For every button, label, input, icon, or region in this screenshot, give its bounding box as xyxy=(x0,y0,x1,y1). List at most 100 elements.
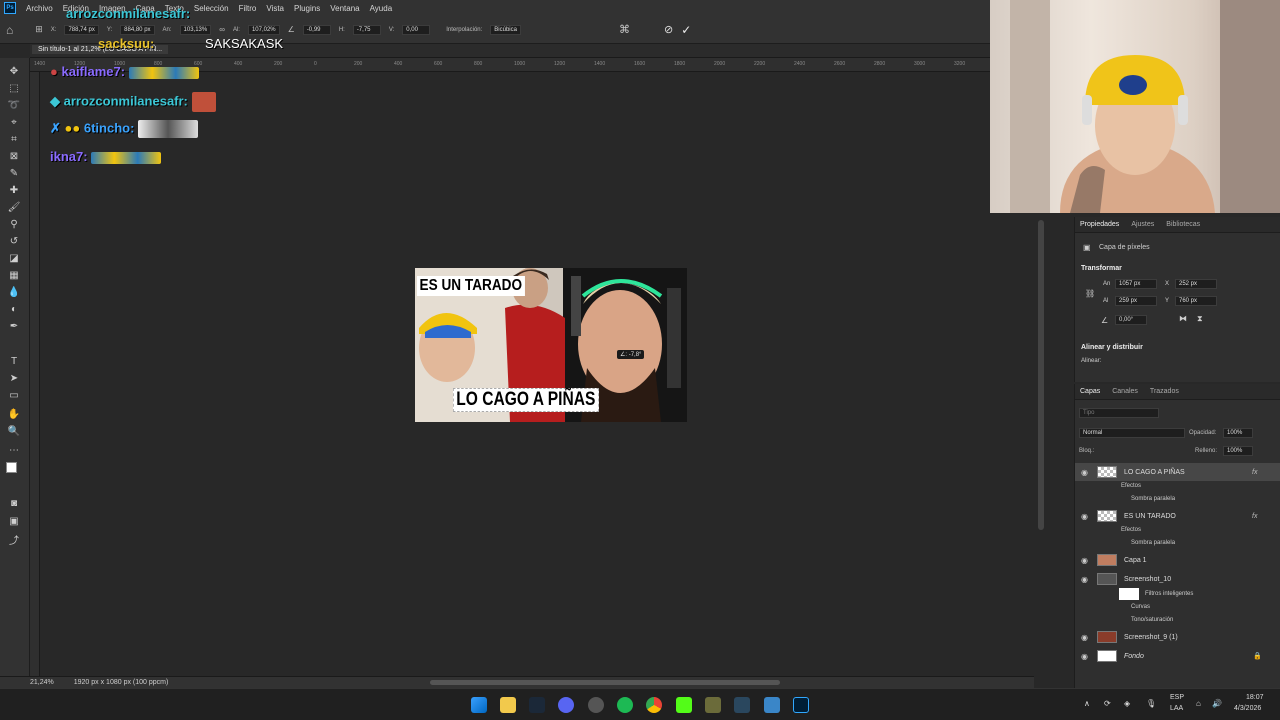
zoom-tool-icon[interactable]: 🔍 xyxy=(6,424,22,438)
game-icon[interactable] xyxy=(705,697,721,713)
healing-brush-tool-icon[interactable]: ✚ xyxy=(6,183,22,197)
menu-ayuda[interactable]: Ayuda xyxy=(370,4,393,13)
rectangle-tool-icon[interactable]: ▭ xyxy=(6,388,22,402)
layer-search-input[interactable]: Tipo xyxy=(1079,408,1159,418)
region-indicator[interactable]: LAA xyxy=(1170,705,1183,712)
blend-mode-select[interactable]: Normal xyxy=(1079,428,1185,438)
menu-seleccion[interactable]: Selección xyxy=(194,4,229,13)
pen-tool-icon[interactable]: ✒ xyxy=(6,319,22,333)
y-field[interactable]: 760 px xyxy=(1175,296,1217,306)
notepad-icon[interactable] xyxy=(764,697,780,713)
move-tool-icon[interactable]: ✥ xyxy=(6,64,22,78)
eye-icon[interactable]: ◉ xyxy=(1081,575,1088,584)
blur-tool-icon[interactable]: 💧 xyxy=(6,285,22,299)
link-icon[interactable]: ∞ xyxy=(219,25,225,34)
caption-bottom-text[interactable]: LO CAGO A PIÑAS xyxy=(453,388,599,412)
app-icon[interactable] xyxy=(588,697,604,713)
canvas-horizontal-scrollbar[interactable] xyxy=(430,680,780,685)
opacity-field[interactable]: 100% xyxy=(1223,428,1253,438)
eye-icon[interactable]: ◉ xyxy=(1081,556,1088,565)
canvas-vertical-scrollbar[interactable] xyxy=(1038,220,1044,530)
tab-bibliotecas[interactable]: Bibliotecas xyxy=(1166,221,1200,228)
align-title[interactable]: Alinear y distribuir xyxy=(1081,344,1143,351)
home-icon[interactable]: ⌂ xyxy=(6,23,13,37)
kick-icon[interactable] xyxy=(676,697,692,713)
marquee-tool-icon[interactable]: ⬚ xyxy=(6,81,22,95)
tray-app-icon[interactable]: ⟳ xyxy=(1104,699,1111,708)
layer-name[interactable]: Capa 1 xyxy=(1124,557,1147,564)
windows-start-icon[interactable] xyxy=(471,697,487,713)
eye-icon[interactable]: ◉ xyxy=(1081,633,1088,642)
history-brush-tool-icon[interactable]: ↺ xyxy=(6,234,22,248)
w-field[interactable]: 1057 px xyxy=(1115,279,1157,289)
flip-horizontal-icon[interactable]: ⧓ xyxy=(1179,314,1187,323)
lasso-tool-icon[interactable]: ➰ xyxy=(6,98,22,112)
interpolation-select[interactable]: Bicúbica xyxy=(490,24,521,35)
photoshop-taskbar-icon[interactable] xyxy=(793,697,809,713)
eye-icon[interactable]: ◉ xyxy=(1081,512,1088,521)
photoshop-logo-icon[interactable]: Ps xyxy=(4,2,16,14)
hskew-field[interactable]: -7,75 xyxy=(352,24,381,35)
menu-vista[interactable]: Vista xyxy=(266,4,284,13)
fx-badge[interactable]: fx xyxy=(1252,513,1257,520)
y-field[interactable]: 884,80 px xyxy=(120,24,155,35)
tray-chevron-icon[interactable]: ∧ xyxy=(1084,699,1090,708)
eye-icon[interactable]: ◉ xyxy=(1081,652,1088,661)
warp-icon[interactable]: ⌘ xyxy=(619,23,630,36)
menu-archivo[interactable]: Archivo xyxy=(26,4,53,13)
commit-transform-icon[interactable]: ✓ xyxy=(681,23,691,37)
stamp-tool-icon[interactable]: ⚲ xyxy=(6,217,22,231)
angle-field[interactable]: 0,00° xyxy=(1115,315,1147,325)
fx-badge[interactable]: fx xyxy=(1252,469,1257,476)
layer-row-capa-1[interactable]: ◉ Capa 1 xyxy=(1075,551,1280,569)
x-field[interactable]: 788,74 px xyxy=(64,24,99,35)
tray-security-icon[interactable]: ◈ xyxy=(1124,699,1130,708)
tray-mic-icon[interactable]: 🎙 xyxy=(1146,699,1156,708)
eraser-tool-icon[interactable]: ◪ xyxy=(6,251,22,265)
cancel-transform-icon[interactable]: ⊘ xyxy=(664,23,673,36)
layer-name[interactable]: Fondo xyxy=(1124,653,1144,660)
crop-tool-icon[interactable]: ⌗ xyxy=(6,132,22,146)
chrome-icon[interactable] xyxy=(646,697,662,713)
quick-mask-icon[interactable]: ◙ xyxy=(6,496,22,510)
share-icon[interactable]: ⤴ xyxy=(6,532,22,547)
spotify-icon[interactable] xyxy=(617,697,633,713)
hand-tool-icon[interactable]: ✋ xyxy=(6,407,22,421)
layer-row-fondo[interactable]: ◉ Fondo 🔒 xyxy=(1075,647,1280,665)
menu-plugins[interactable]: Plugins xyxy=(294,4,320,13)
clock-date[interactable]: 4/3/2026 xyxy=(1234,705,1261,712)
layer-row-es-un-tarado[interactable]: ◉ ES UN TARADO fx xyxy=(1075,507,1280,525)
menu-filtro[interactable]: Filtro xyxy=(239,4,257,13)
layer-name[interactable]: Screenshot_10 xyxy=(1124,576,1171,583)
discord-icon[interactable] xyxy=(558,697,574,713)
vskew-field[interactable]: 0,00 xyxy=(402,24,431,35)
eye-icon[interactable]: ◉ xyxy=(1081,468,1088,477)
layer-name[interactable]: Screenshot_9 (1) xyxy=(1124,634,1178,641)
fill-field[interactable]: 100% xyxy=(1223,446,1253,456)
more-tools-icon[interactable]: ⋯ xyxy=(6,443,22,457)
transform-title[interactable]: Transformar xyxy=(1081,265,1122,272)
layer-row-screenshot-9[interactable]: ◉ Screenshot_9 (1) xyxy=(1075,628,1280,646)
caption-top-text[interactable]: ES UN TARADO xyxy=(417,276,525,296)
layer-row-screenshot-10[interactable]: ◉ Screenshot_10 xyxy=(1075,570,1280,588)
gradient-tool-icon[interactable]: ▦ xyxy=(6,268,22,282)
tab-trazados[interactable]: Trazados xyxy=(1150,388,1179,395)
screen-mode-icon[interactable]: ▣ xyxy=(6,514,22,528)
network-icon[interactable]: ⌂ xyxy=(1196,699,1201,708)
w-field[interactable]: 103,13% xyxy=(179,24,212,35)
layer-row-lo-cago[interactable]: ◉ LO CAGO A PIÑAS fx xyxy=(1075,463,1280,481)
foreground-color-swatch[interactable] xyxy=(6,462,17,473)
layer-name[interactable]: LO CAGO A PIÑAS xyxy=(1124,469,1185,476)
file-explorer-icon[interactable] xyxy=(500,697,516,713)
h-field[interactable]: 259 px xyxy=(1115,296,1157,306)
clock-time[interactable]: 18:07 xyxy=(1246,694,1264,701)
document-image[interactable]: ES UN TARADO LO CAGO A PIÑAS ∠: -7,8° xyxy=(415,268,687,422)
frame-tool-icon[interactable]: ⊠ xyxy=(6,149,22,163)
tab-ajustes[interactable]: Ajustes xyxy=(1131,221,1154,228)
tab-capas[interactable]: Capas xyxy=(1080,388,1100,395)
language-indicator[interactable]: ESP xyxy=(1170,694,1184,701)
layer-name[interactable]: ES UN TARADO xyxy=(1124,513,1176,520)
link-icon[interactable]: ⛓ xyxy=(1085,289,1095,298)
zoom-level[interactable]: 21,24% xyxy=(30,679,54,686)
volume-icon[interactable]: 🔊 xyxy=(1212,699,1222,708)
